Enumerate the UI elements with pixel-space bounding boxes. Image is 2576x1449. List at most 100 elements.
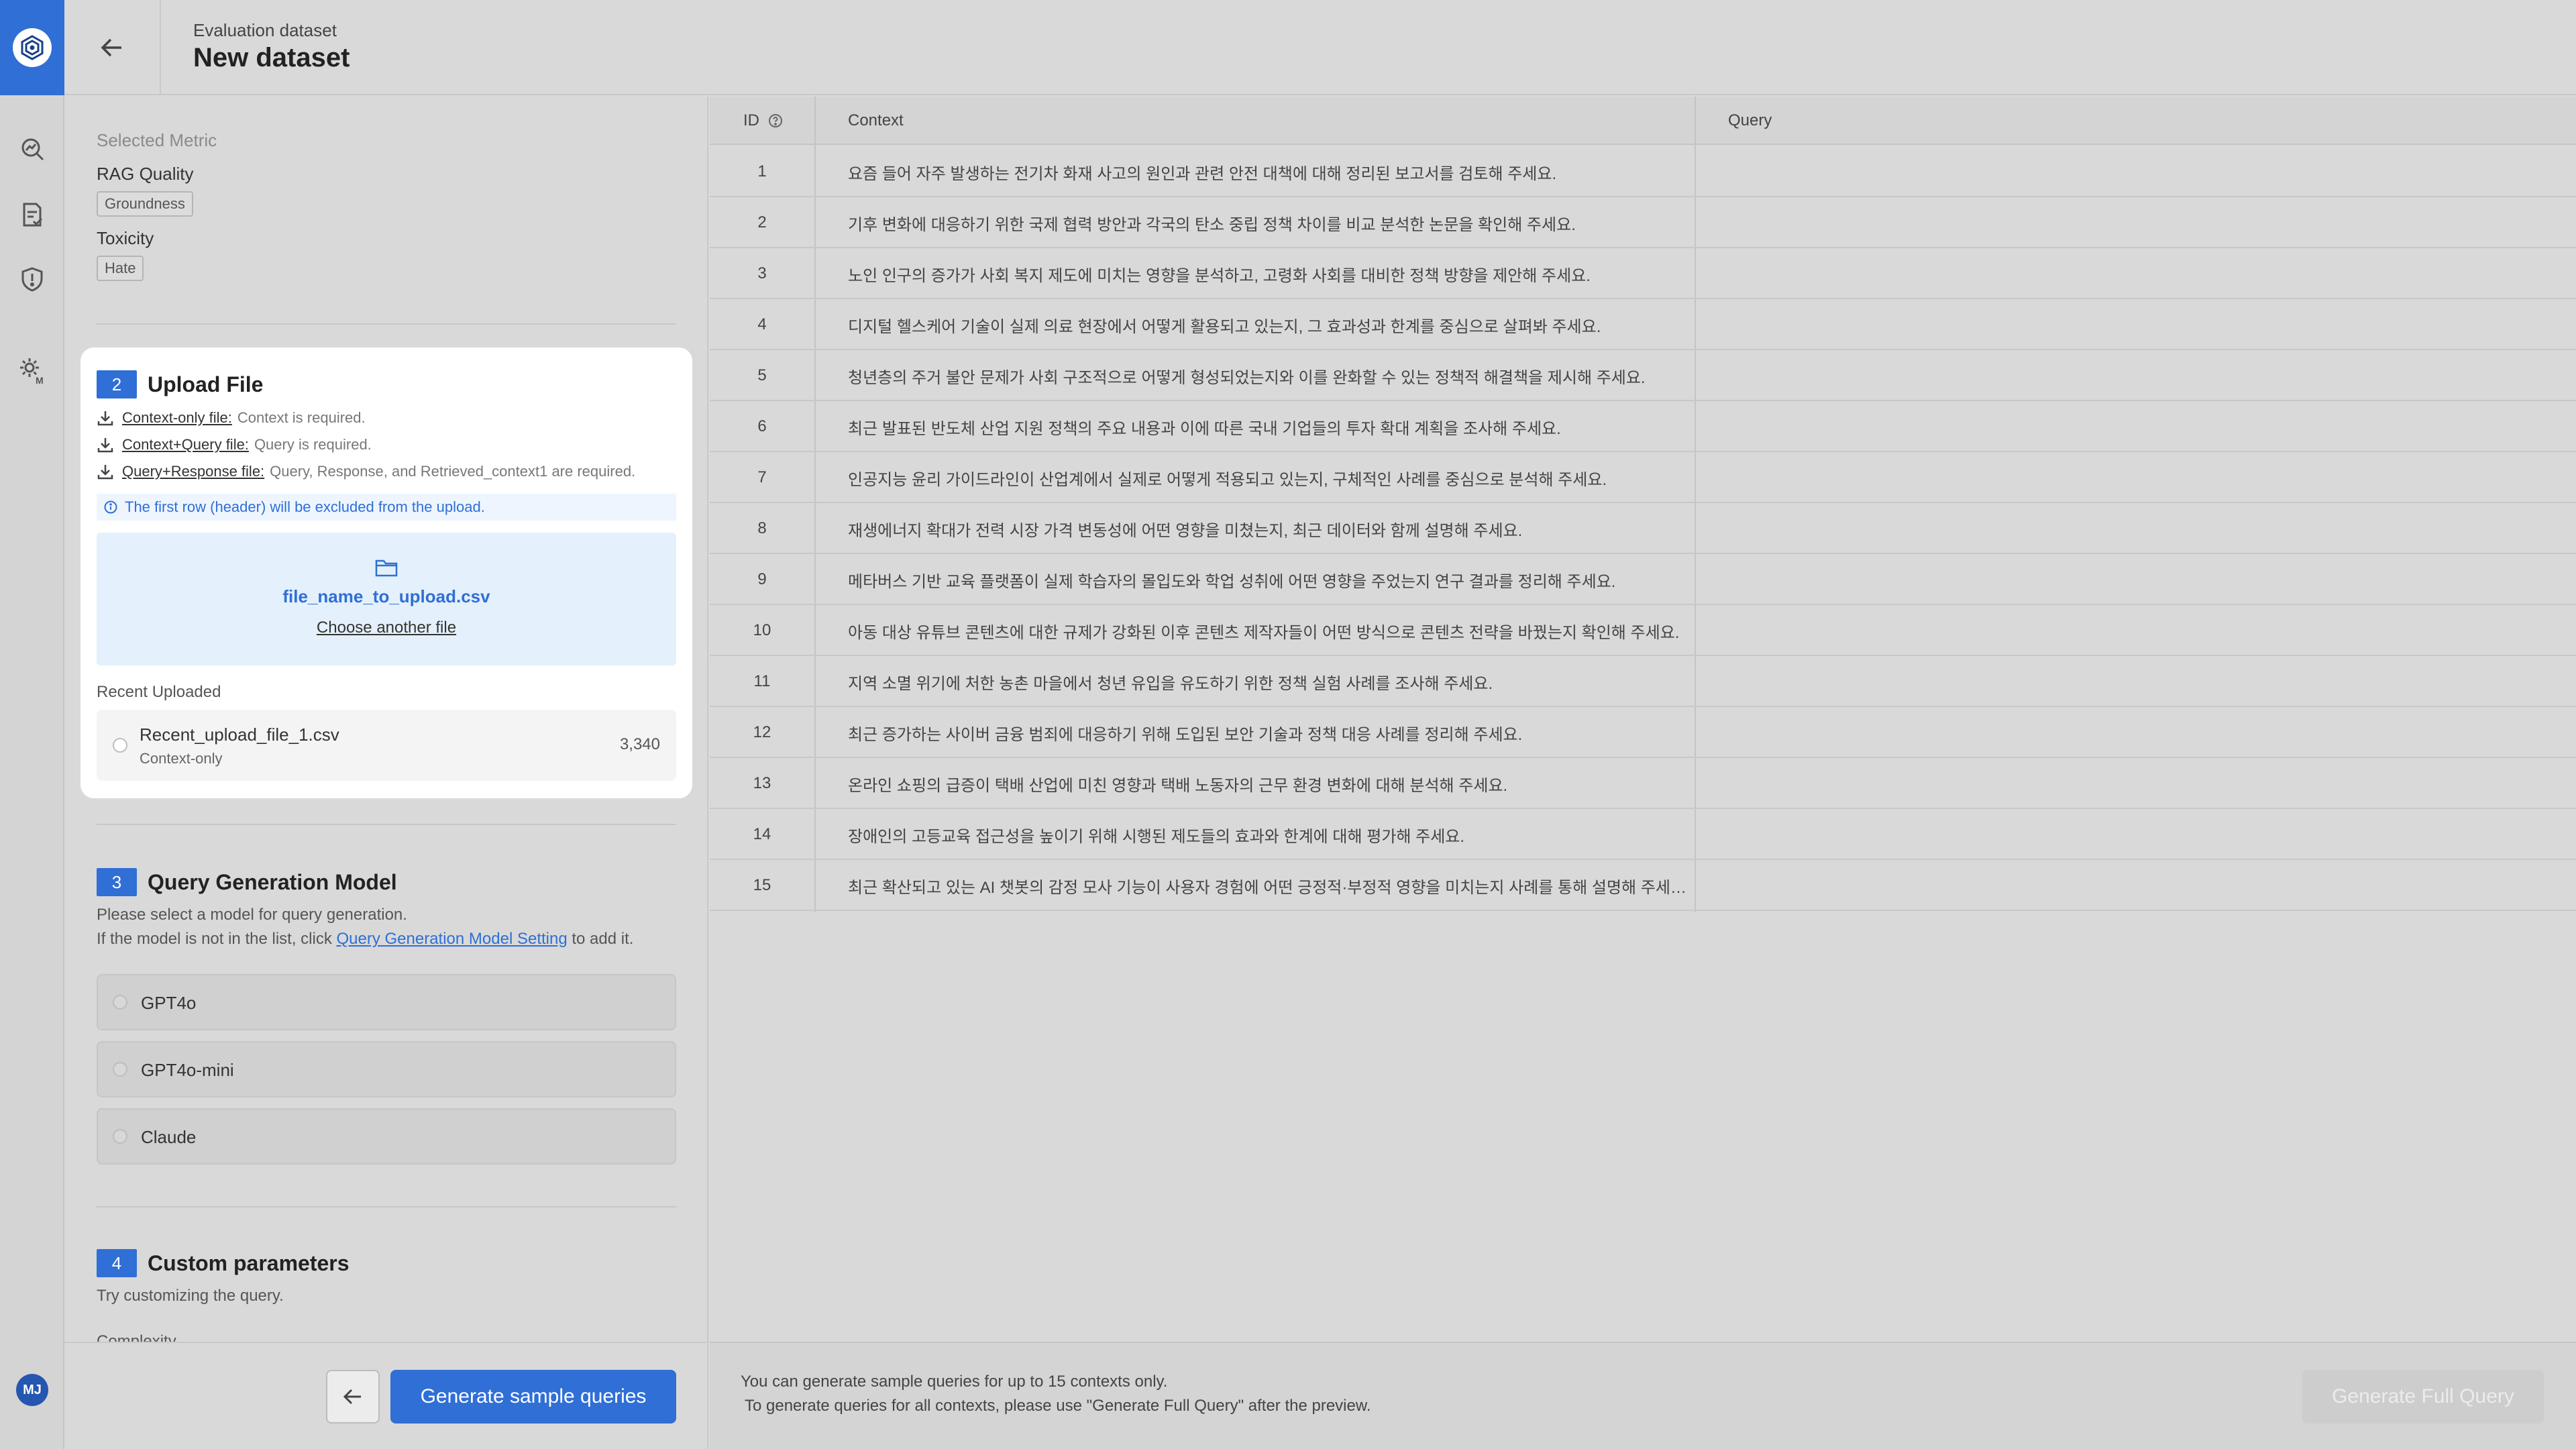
model-option-gpt4o[interactable]: GPT4o xyxy=(97,974,676,1030)
row-id: 8 xyxy=(757,519,767,537)
row-context: 청년층의 주거 불안 문제가 사회 구조적으로 어떻게 형성되었는지와 이를 완… xyxy=(848,368,1646,387)
nav-rail: M MJ xyxy=(0,0,64,1449)
table-row[interactable]: 13 온라인 쇼핑의 급증이 택배 산업에 미친 영향과 택배 노동자의 근무 환… xyxy=(710,758,2576,809)
requirement-query-response: Query+Response file: Query, Response, an… xyxy=(97,463,635,480)
query-model-hint: If the model is not in the list, click Q… xyxy=(97,930,633,949)
previous-step-button[interactable] xyxy=(326,1370,380,1424)
document-icon[interactable] xyxy=(16,199,48,231)
row-id: 1 xyxy=(757,162,767,180)
divider xyxy=(97,1206,676,1208)
template-link[interactable]: Query+Response file: xyxy=(122,463,264,480)
file-drop-zone[interactable]: file_name_to_upload.csv Choose another f… xyxy=(97,533,676,665)
selected-file-name: file_name_to_upload.csv xyxy=(282,586,490,606)
divider xyxy=(97,824,676,825)
row-context: 아동 대상 유튜브 콘텐츠에 대한 규제가 강화된 이후 콘텐츠 제작자들이 어… xyxy=(848,623,1680,642)
analytics-icon[interactable] xyxy=(16,133,48,165)
table-row[interactable]: 4 디지털 헬스케어 기술이 실제 의료 현장에서 어떻게 활용되고 있는지, 그… xyxy=(710,299,2576,350)
model-settings-icon[interactable]: M xyxy=(16,354,48,386)
upload-file-card: 2 Upload File Context-only file: Context… xyxy=(80,347,692,798)
download-icon xyxy=(97,438,113,453)
model-radio[interactable] xyxy=(113,1062,127,1077)
download-icon xyxy=(97,411,113,426)
model-option-gpt4o-mini[interactable]: GPT4o-mini xyxy=(97,1041,676,1097)
requirement-context-only: Context-only file: Context is required. xyxy=(97,409,366,427)
row-id: 4 xyxy=(757,315,767,333)
row-context: 최근 발표된 반도체 산업 지원 정책의 주요 내용과 이에 따른 국내 기업들… xyxy=(848,419,1561,438)
table-row[interactable]: 3 노인 인구의 증가가 사회 복지 제도에 미치는 영향을 분석하고, 고령화 … xyxy=(710,248,2576,299)
user-avatar[interactable]: MJ xyxy=(16,1374,48,1406)
step-number: 3 xyxy=(97,868,137,896)
query-model-step-header: 3 Query Generation Model xyxy=(97,868,397,896)
table-footer: You can generate sample queries for up t… xyxy=(710,1342,2576,1449)
row-context: 온라인 쇼핑의 급증이 택배 산업에 미친 영향과 택배 노동자의 근무 환경 … xyxy=(848,776,1508,795)
row-context: 장애인의 고등교육 접근성을 높이기 위해 시행된 제도들의 효과와 한계에 대… xyxy=(848,827,1465,846)
row-id: 6 xyxy=(757,417,767,435)
complexity-label: Complexity xyxy=(97,1332,176,1342)
requirement-text: Query, Response, and Retrieved_context1 … xyxy=(270,463,636,480)
row-id: 5 xyxy=(757,366,767,384)
table-row[interactable]: 5 청년층의 주거 불안 문제가 사회 구조적으로 어떻게 형성되었는지와 이를 … xyxy=(710,350,2576,401)
footer-note-line-2: To generate queries for all contexts, pl… xyxy=(745,1397,1371,1415)
recent-file-count: 3,340 xyxy=(619,735,660,753)
requirement-text: Query is required. xyxy=(254,436,372,453)
metric-chip: Hate xyxy=(97,256,144,281)
table-row[interactable]: 8 재생에너지 확대가 전력 시장 가격 변동성에 어떤 영향을 미쳤는지, 최근… xyxy=(710,503,2576,554)
dataset-table: ID Context Query 1 요즘 들어 자주 발생하는 전기차 화재 사… xyxy=(710,97,2576,1342)
config-panel: Selected Metric RAG Quality Groundness T… xyxy=(64,97,708,1342)
table-row[interactable]: 14 장애인의 고등교육 접근성을 높이기 위해 시행된 제도들의 효과와 한계에… xyxy=(710,809,2576,860)
download-icon xyxy=(97,465,113,480)
upload-step-header: 2 Upload File xyxy=(97,370,263,398)
page-title: New dataset xyxy=(193,43,350,72)
row-id: 3 xyxy=(757,264,767,282)
generate-sample-queries-button[interactable]: Generate sample queries xyxy=(390,1370,676,1424)
step-number: 4 xyxy=(97,1249,137,1277)
row-context: 인공지능 윤리 가이드라인이 산업계에서 실제로 어떻게 적용되고 있는지, 구… xyxy=(848,470,1607,489)
table-row[interactable]: 11 지역 소멸 위기에 처한 농촌 마을에서 청년 유입을 유도하기 위한 정책… xyxy=(710,656,2576,707)
custom-params-desc: Try customizing the query. xyxy=(97,1287,284,1305)
template-link[interactable]: Context+Query file: xyxy=(122,436,249,453)
table-row[interactable]: 12 최근 증가하는 사이버 금융 범죄에 대응하기 위해 도입된 보안 기술과 … xyxy=(710,707,2576,758)
row-id: 7 xyxy=(757,468,767,486)
row-context: 최근 증가하는 사이버 금융 범죄에 대응하기 위해 도입된 보안 기술과 정책… xyxy=(848,725,1523,744)
query-model-setting-link[interactable]: Query Generation Model Setting xyxy=(336,930,567,948)
model-radio[interactable] xyxy=(113,995,127,1010)
table-row[interactable]: 2 기후 변화에 대응하기 위한 국제 협력 방안과 각국의 탄소 중립 정책 차… xyxy=(710,197,2576,248)
generate-full-query-button[interactable]: Generate Full Query xyxy=(2302,1370,2544,1424)
metric-name: Toxicity xyxy=(97,228,154,248)
model-radio[interactable] xyxy=(113,1129,127,1144)
arrow-left-icon xyxy=(101,38,121,57)
row-context: 최근 확산되고 있는 AI 챗봇의 감정 모사 기능이 사용자 경험에 어떤 긍… xyxy=(848,878,1686,897)
requirement-text: Context is required. xyxy=(237,409,366,426)
row-context: 지역 소멸 위기에 처한 농촌 마을에서 청년 유입을 유도하기 위한 정책 실… xyxy=(848,674,1493,693)
arrow-left-icon xyxy=(343,1389,361,1405)
table-row[interactable]: 10 아동 대상 유튜브 콘텐츠에 대한 규제가 강화된 이후 콘텐츠 제작자들이… xyxy=(710,605,2576,656)
row-context: 노인 인구의 증가가 사회 복지 제도에 미치는 영향을 분석하고, 고령화 사… xyxy=(848,266,1591,285)
table-row[interactable]: 7 인공지능 윤리 가이드라인이 산업계에서 실제로 어떻게 적용되고 있는지, … xyxy=(710,452,2576,503)
choose-another-file-link[interactable]: Choose another file xyxy=(97,619,676,637)
back-button[interactable] xyxy=(64,0,161,95)
table-header: ID Context Query xyxy=(710,97,2576,145)
model-label: GPT4o xyxy=(141,993,197,1013)
table-row[interactable]: 9 메타버스 기반 교육 플랫폼이 실제 학습자의 몰입도와 학업 성취에 어떤 … xyxy=(710,554,2576,605)
table-row[interactable]: 1 요즘 들어 자주 발생하는 전기차 화재 사고의 원인과 관련 안전 대책에 … xyxy=(710,146,2576,197)
help-icon[interactable] xyxy=(767,113,784,129)
custom-params-step-header: 4 Custom parameters xyxy=(97,1249,350,1277)
step-title: Custom parameters xyxy=(148,1250,350,1275)
header-context: Context xyxy=(848,111,904,129)
info-notice: The first row (header) will be excluded … xyxy=(97,494,676,521)
recent-uploaded-title: Recent Uploaded xyxy=(97,683,221,701)
row-context: 디지털 헬스케어 기술이 실제 의료 현장에서 어떻게 활용되고 있는지, 그 … xyxy=(848,317,1601,336)
recent-upload-radio[interactable] xyxy=(113,738,127,753)
template-link[interactable]: Context-only file: xyxy=(122,409,232,427)
metric-chip: Groundness xyxy=(97,191,193,217)
app-logo[interactable] xyxy=(0,0,64,95)
row-id: 11 xyxy=(753,672,771,690)
metric-group-rag: RAG Quality Groundness xyxy=(97,164,194,217)
model-option-claude[interactable]: Claude xyxy=(97,1108,676,1165)
info-text: The first row (header) will be excluded … xyxy=(125,498,485,515)
table-row[interactable]: 6 최근 발표된 반도체 산업 지원 정책의 주요 내용과 이에 따른 국내 기업… xyxy=(710,401,2576,452)
table-row[interactable]: 15 최근 확산되고 있는 AI 챗봇의 감정 모사 기능이 사용자 경험에 어떤… xyxy=(710,860,2576,911)
recent-file-type: Context-only xyxy=(140,750,223,767)
recent-upload-item[interactable]: Recent_upload_file_1.csv Context-only 3,… xyxy=(97,710,676,781)
shield-icon[interactable] xyxy=(16,263,48,295)
